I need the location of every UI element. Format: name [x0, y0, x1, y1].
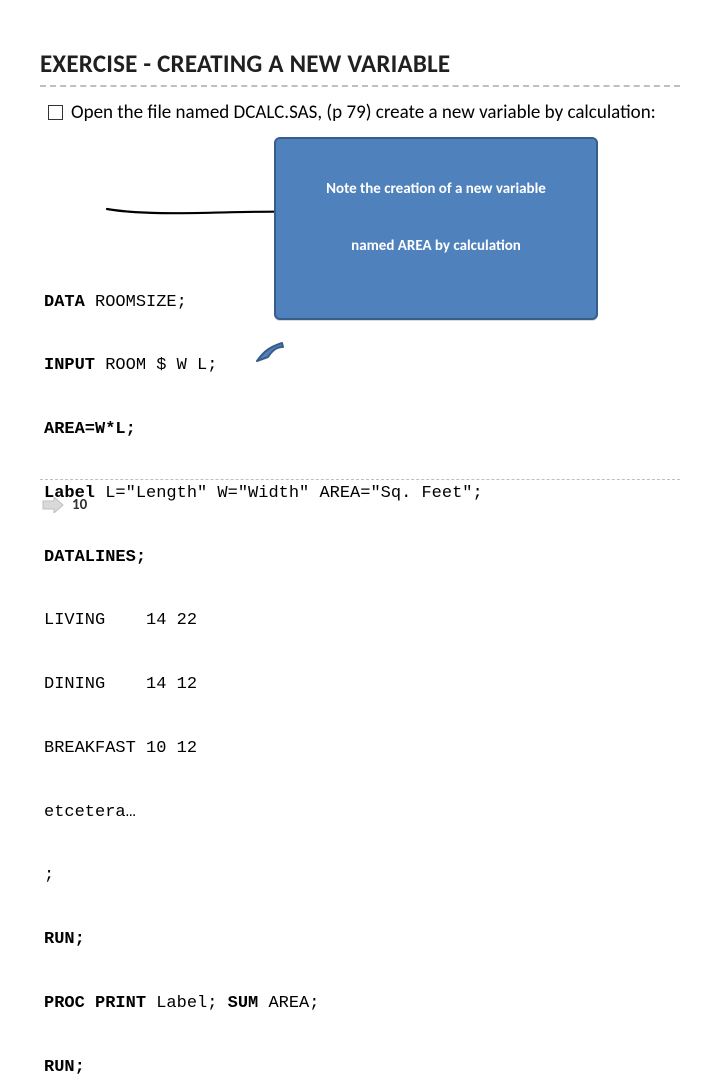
- code-line-7: DINING 14 12: [44, 674, 680, 695]
- code-line-13: RUN;: [44, 1057, 680, 1078]
- callout-line2: named AREA by calculation: [286, 237, 586, 256]
- footer-divider: [40, 479, 680, 480]
- code-line-2: INPUT ROOM $ W L;: [44, 355, 680, 376]
- page-number: 10: [72, 496, 87, 514]
- code-line-9: etcetera…: [44, 802, 680, 823]
- arrow-right-icon: [42, 497, 64, 513]
- code-line-4: Label L="Length" W="Width" AREA="Sq. Fee…: [44, 483, 680, 504]
- bullet-text: Open the file named DCALC.SAS, (p 79) cr…: [71, 101, 680, 125]
- bullet-item: Open the file named DCALC.SAS, (p 79) cr…: [48, 101, 680, 125]
- code-line-6: LIVING 14 22: [44, 610, 680, 631]
- code-line-8: BREAKFAST 10 12: [44, 738, 680, 759]
- code-line-3: AREA=W*L;: [44, 419, 680, 440]
- callout-line1: Note the creation of a new variable: [286, 180, 586, 199]
- code-block: Note the creation of a new variable name…: [44, 143, 680, 1080]
- callout-box: Note the creation of a new variable name…: [274, 137, 598, 320]
- code-line-11: RUN;: [44, 929, 680, 950]
- code-line-12: PROC PRINT Label; SUM AREA;: [44, 993, 680, 1014]
- footer: 10: [42, 496, 87, 514]
- title-divider: [40, 85, 680, 87]
- callout-tail-icon: [256, 304, 284, 324]
- checkbox-icon: [48, 105, 63, 120]
- slide-title: EXERCISE - CREATING A NEW VARIABLE: [40, 48, 680, 79]
- code-line-5: DATALINES;: [44, 547, 680, 568]
- slide: EXERCISE - CREATING A NEW VARIABLE Open …: [0, 0, 720, 540]
- code-line-10: ;: [44, 865, 680, 886]
- underline-annotation: [44, 184, 262, 198]
